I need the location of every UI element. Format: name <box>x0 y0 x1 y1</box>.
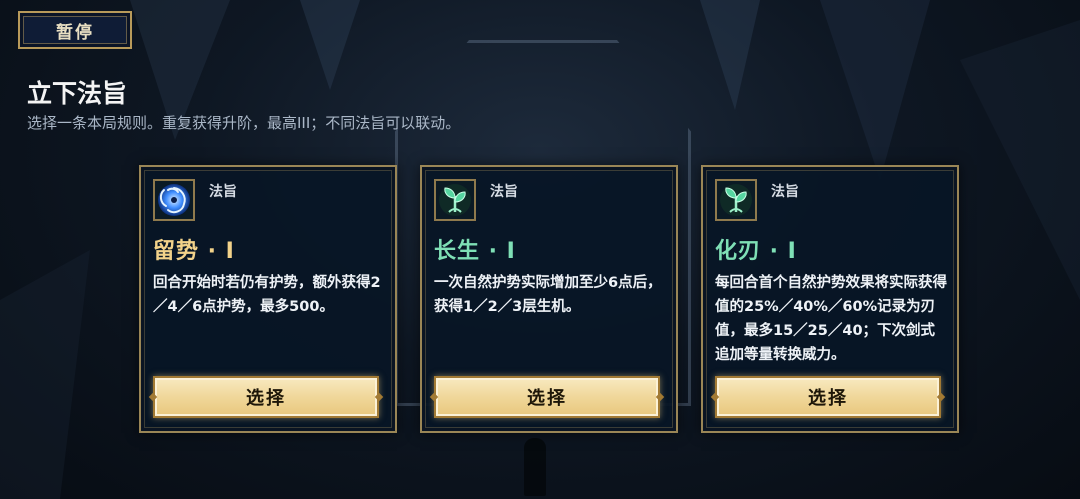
green-sprout-icon <box>715 179 757 221</box>
page-subtitle: 选择一条本局规则。重复获得升阶，最高III；不同法旨可以联动。 <box>27 114 461 132</box>
decree-card-3[interactable]: 法旨 化刃 · I 每回合首个自然护势效果将实际获得值的25%／40%／60%记… <box>701 165 959 433</box>
blue-vortex-icon <box>153 179 195 221</box>
card-name: 长生 · I <box>434 239 516 264</box>
card-category: 法旨 <box>209 184 237 200</box>
select-button[interactable]: 选择 <box>434 376 660 418</box>
card-name: 留势 · I <box>153 239 235 264</box>
card-category: 法旨 <box>490 184 518 200</box>
background-figure <box>524 438 546 496</box>
green-sprout-icon <box>434 179 476 221</box>
select-button[interactable]: 选择 <box>715 376 941 418</box>
select-button[interactable]: 选择 <box>153 376 379 418</box>
decree-card-1[interactable]: 法旨 留势 · I 回合开始时若仍有护势，额外获得2／4／6点护势，最多500。… <box>139 165 397 433</box>
card-category: 法旨 <box>771 184 799 200</box>
pause-button[interactable]: 暂停 <box>18 11 132 49</box>
page-title: 立下法旨 <box>27 79 128 108</box>
card-description: 一次自然护势实际增加至少6点后，获得1／2／3层生机。 <box>434 275 662 315</box>
card-description: 每回合首个自然护势效果将实际获得值的25%／40%／60%记录为刃值，最多15／… <box>715 275 947 363</box>
decree-card-2[interactable]: 法旨 长生 · I 一次自然护势实际增加至少6点后，获得1／2／3层生机。 选择 <box>420 165 678 433</box>
card-description: 回合开始时若仍有护势，额外获得2／4／6点护势，最多500。 <box>153 275 381 315</box>
card-name: 化刃 · I <box>715 239 797 264</box>
